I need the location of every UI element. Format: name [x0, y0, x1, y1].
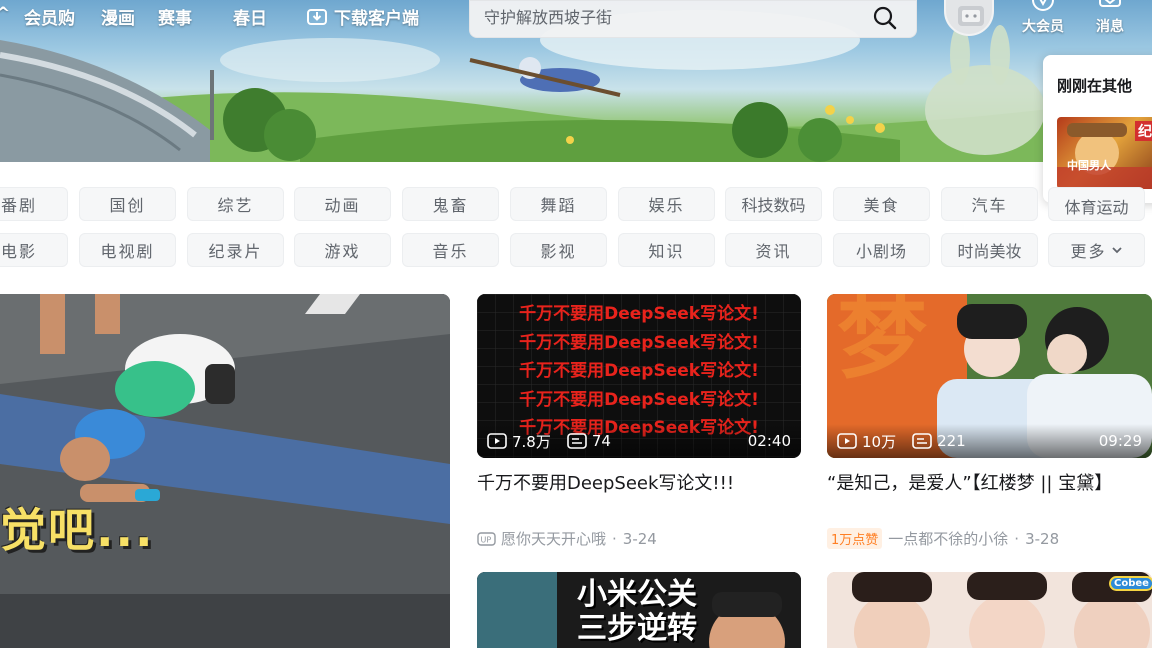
vip-label: 大会员: [1022, 19, 1064, 35]
category-tag[interactable]: 纪录片: [187, 233, 284, 267]
featured-cover-text: 觉吧...: [0, 503, 155, 557]
vip-entry[interactable]: 大会员: [1013, 0, 1073, 36]
publish-date: 3-24: [622, 529, 657, 548]
danmaku-icon: [567, 433, 587, 449]
nav-home-fragment[interactable]: ^: [0, 4, 10, 24]
video-meta: UP 愿你天天开心哦 · 3-24: [477, 528, 657, 549]
category-tag[interactable]: 番剧: [0, 187, 68, 221]
category-tag[interactable]: 电影: [0, 233, 68, 267]
cover-text-line: 小米公关: [577, 577, 697, 612]
view-count: 10万: [837, 431, 896, 452]
nav-item-events[interactable]: 赛事: [158, 4, 192, 29]
cover-calligraphy: 梦: [837, 294, 927, 391]
cover-text-line: 千万不要用DeepSeek写论文!: [519, 389, 759, 410]
message-label: 消息: [1096, 19, 1124, 35]
nav-item-manga[interactable]: 漫画: [101, 4, 135, 29]
popup-title: 刚刚在其他: [1057, 77, 1133, 95]
category-tag[interactable]: 时尚美妆: [941, 233, 1038, 267]
category-tag[interactable]: 影视: [510, 233, 607, 267]
category-tag[interactable]: 资讯: [725, 233, 822, 267]
video-duration: 02:40: [747, 432, 791, 450]
video-card-cover[interactable]: 千万不要用DeepSeek写论文! 千万不要用DeepSeek写论文! 千万不要…: [477, 294, 801, 458]
cover-title-text: 小米公关 三步逆转: [557, 578, 717, 646]
message-icon: [1099, 0, 1121, 7]
video-title[interactable]: “是知己，是爱人”【红楼梦 || 宝黛】: [827, 471, 1137, 497]
featured-video-cover: [0, 294, 450, 648]
likes-badge: 1万点赞: [827, 528, 883, 549]
svg-text:UP: UP: [481, 535, 492, 544]
category-tag[interactable]: 体育运动: [1048, 187, 1145, 221]
more-label: 更多: [1070, 242, 1107, 261]
video-meta: 1万点赞 一点都不徐的小徐 · 3-28: [827, 528, 1059, 549]
category-tag[interactable]: 音乐: [402, 233, 499, 267]
meta-separator: ·: [612, 529, 617, 548]
vip-icon: [1032, 0, 1054, 11]
danmaku-count-text: 74: [591, 432, 611, 450]
video-stats-bar: 7.8万 74 02:40: [477, 424, 801, 458]
cover-text-line: 千万不要用DeepSeek写论文!: [519, 332, 759, 353]
category-tag[interactable]: 电视剧: [79, 233, 176, 267]
download-label: 下载客户端: [334, 9, 419, 29]
play-count-icon: [837, 433, 857, 449]
cover-illustration: [827, 572, 1152, 648]
category-tag[interactable]: 美食: [833, 187, 930, 221]
cover-logo-badge: Cobee: [1109, 576, 1152, 591]
more-categories-button[interactable]: 更多: [1048, 233, 1145, 267]
cover-text-line: 三步逆转: [577, 611, 697, 646]
category-tag[interactable]: 游戏: [294, 233, 391, 267]
uploader-icon: UP: [477, 531, 496, 546]
popup-thumb-tag: 纪: [1135, 121, 1152, 141]
meta-separator: ·: [1014, 529, 1020, 548]
view-count: 7.8万: [487, 431, 551, 452]
danmaku-count: 74: [567, 432, 611, 450]
nav-item-spring[interactable]: 春日: [233, 4, 267, 29]
video-stats-bar: 10万 221 09:29: [827, 424, 1152, 458]
category-tag[interactable]: 知识: [618, 233, 715, 267]
video-card-cover[interactable]: 梦 10万 221 09:29: [827, 294, 1152, 458]
popup-thumbnail[interactable]: 纪 中国男人: [1057, 117, 1152, 189]
category-tag[interactable]: 小剧场: [833, 233, 930, 267]
uploader-name[interactable]: 一点都不徐的小徐: [888, 528, 1008, 549]
category-tag[interactable]: 鬼畜: [402, 187, 499, 221]
chevron-down-icon: [1111, 247, 1122, 254]
search-icon[interactable]: [872, 5, 898, 31]
play-count-icon: [487, 433, 507, 449]
publish-date: 3-28: [1025, 529, 1060, 548]
cover-text-line: 千万不要用DeepSeek写论文!: [519, 361, 759, 381]
category-tag[interactable]: 综艺: [187, 187, 284, 221]
video-card-cover[interactable]: 小米公关 三步逆转: [477, 572, 801, 648]
top-navigation: ^ 会员购 漫画 赛事 春日 下载客户端: [0, 0, 470, 34]
video-card-cover[interactable]: Cobee: [827, 572, 1152, 648]
category-tag[interactable]: 舞蹈: [510, 187, 607, 221]
download-icon: [307, 8, 327, 25]
nav-item-download[interactable]: 下载客户端: [306, 4, 419, 29]
search-bar: [469, 0, 917, 38]
video-duration: 09:29: [1098, 432, 1142, 450]
cover-text-block: 千万不要用DeepSeek写论文! 千万不要用DeepSeek写论文! 千万不要…: [477, 300, 801, 443]
category-tag[interactable]: 汽车: [941, 187, 1038, 221]
category-tag[interactable]: 科技数码: [725, 187, 822, 221]
view-count-text: 7.8万: [512, 432, 551, 451]
category-tag[interactable]: 动画: [294, 187, 391, 221]
category-tag[interactable]: 娱乐: [618, 187, 715, 221]
danmaku-count: 221: [912, 432, 966, 450]
view-count-text: 10万: [862, 432, 897, 451]
danmaku-icon: [912, 433, 932, 449]
uploader-name[interactable]: 愿你天天开心哦: [501, 528, 606, 549]
cover-text-line: 千万不要用DeepSeek写论文!: [519, 304, 759, 324]
search-input[interactable]: [484, 5, 864, 29]
message-entry[interactable]: 消息: [1080, 0, 1140, 36]
nav-item-shop[interactable]: 会员购: [24, 4, 75, 29]
category-tag[interactable]: 国创: [79, 187, 176, 221]
featured-video-card[interactable]: 觉吧...: [0, 294, 450, 648]
danmaku-count-text: 221: [937, 432, 966, 450]
history-popup[interactable]: 刚刚在其他 纪 中国男人: [1043, 55, 1152, 203]
video-title[interactable]: 千万不要用DeepSeek写论文!!!: [477, 471, 777, 497]
popup-thumb-caption: 中国男人: [1067, 159, 1111, 172]
